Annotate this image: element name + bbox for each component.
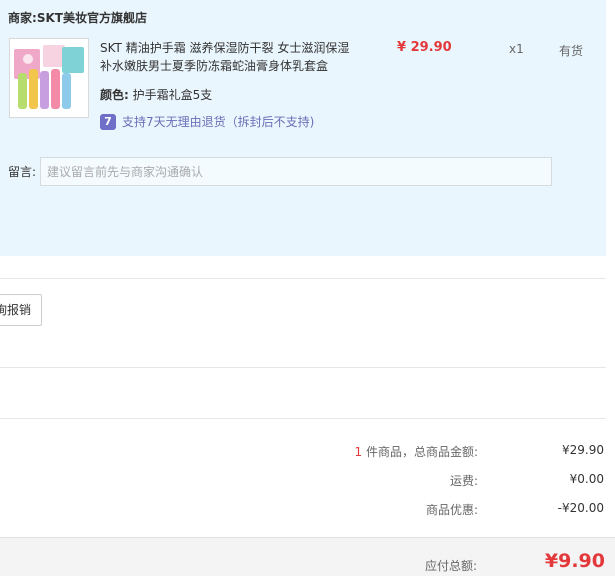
message-input[interactable] (40, 157, 552, 186)
summary-items-row: 1 件商品，总商品金额: ¥29.90 (0, 443, 606, 463)
return-policy-text: 支持7天无理由退货（拆封后不支持) (122, 115, 315, 129)
items-total-text: 件商品，总商品金额: (362, 445, 478, 459)
summary-discount-row: 商品优惠: -¥20.00 (0, 501, 606, 521)
divider (0, 367, 606, 368)
summary-shipping-row: 运费: ¥0.00 (0, 472, 606, 492)
message-label: 留言: (8, 165, 37, 179)
shipping-value: ¥0.00 (569, 472, 604, 486)
merchant-line: 商家:SKT美妆官方旗舰店 (8, 9, 147, 26)
product-image-icon (10, 39, 88, 117)
discount-label: 商品优惠: (425, 503, 478, 517)
divider (0, 278, 606, 279)
product-attribute: 颜色: 护手霜礼盒5支 (100, 86, 212, 103)
attribute-value: 护手霜礼盒5支 (132, 88, 213, 102)
items-total-label: 1 件商品，总商品金额: (355, 443, 479, 460)
shipping-label: 运费: (449, 474, 478, 488)
product-title[interactable]: SKT 精油护手霜 滋养保湿防干裂 女士滋润保湿补水嫩肤男士夏季防冻霜蛇油膏身体… (100, 39, 350, 75)
items-total-value: ¥29.90 (562, 443, 604, 457)
discount-value: -¥20.00 (557, 501, 604, 515)
attribute-label: 颜色: (100, 88, 129, 102)
item-count: 1 (354, 445, 363, 459)
store-order-panel: 商家:SKT美妆官方旗舰店 SKT 精油护手霜 滋养保湿防干裂 女士滋润保湿补水… (0, 0, 606, 256)
total-value: ¥9.90 (544, 550, 605, 572)
product-thumbnail[interactable] (9, 38, 89, 118)
seven-day-return-icon: 7 (100, 113, 116, 130)
divider (0, 418, 606, 419)
invoice-reimburse-button[interactable]: 询报销 (0, 294, 42, 326)
product-quantity: x1 (509, 42, 524, 56)
product-price: ¥ 29.90 (397, 40, 452, 55)
merchant-name[interactable]: SKT美妆官方旗舰店 (37, 11, 147, 25)
stock-status: 有货 (559, 44, 584, 58)
merchant-label: 商家: (8, 11, 37, 25)
return-policy[interactable]: 7 支持7天无理由退货（拆封后不支持) (100, 113, 314, 130)
payable-total-bar: 应付总额: ¥9.90 (0, 537, 615, 576)
total-label: 应付总额: (424, 559, 477, 573)
